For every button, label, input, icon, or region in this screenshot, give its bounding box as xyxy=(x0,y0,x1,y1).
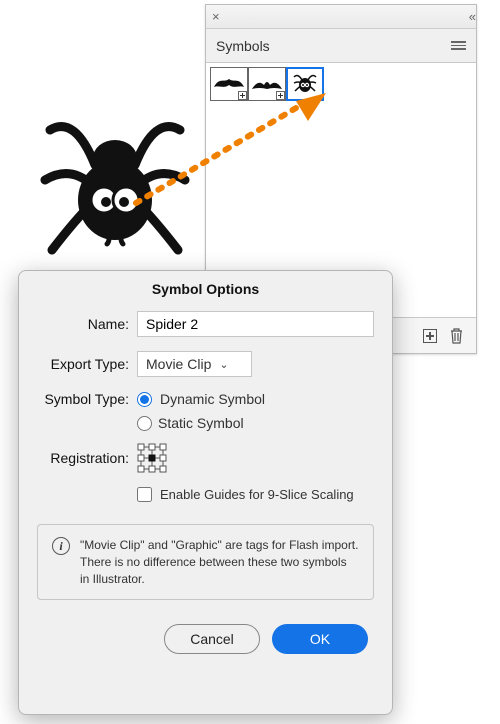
panel-menu-icon[interactable] xyxy=(451,39,466,52)
radio-dynamic-symbol[interactable] xyxy=(137,392,152,407)
radio-static-label: Static Symbol xyxy=(158,415,244,431)
plus-badge-icon xyxy=(238,91,247,100)
panel-tabs: Symbols xyxy=(206,29,476,63)
symbol-thumb-bats-1[interactable] xyxy=(210,67,248,101)
radio-static-symbol[interactable] xyxy=(137,416,152,431)
registration-label: Registration: xyxy=(37,450,129,466)
panel-titlebar: × « xyxy=(206,5,476,29)
name-label: Name: xyxy=(37,316,129,332)
collapse-icon[interactable]: « xyxy=(469,9,470,24)
info-text: "Movie Clip" and "Graphic" are tags for … xyxy=(80,537,359,587)
new-symbol-icon[interactable] xyxy=(423,329,437,343)
symbol-thumb-bats-2[interactable] xyxy=(248,67,286,101)
info-box: i "Movie Clip" and "Graphic" are tags fo… xyxy=(37,524,374,600)
chevron-down-icon: ⌄ xyxy=(219,358,228,371)
spider-artwork xyxy=(40,110,190,280)
ok-button[interactable]: OK xyxy=(272,624,368,654)
dialog-title: Symbol Options xyxy=(19,271,392,311)
symbol-thumb-spider[interactable] xyxy=(286,67,324,101)
export-type-select[interactable]: Movie Clip ⌄ xyxy=(137,351,252,377)
symbol-type-label: Symbol Type: xyxy=(37,391,129,407)
radio-dynamic-label: Dynamic Symbol xyxy=(160,391,265,407)
export-type-value: Movie Clip xyxy=(146,356,211,372)
cancel-button[interactable]: Cancel xyxy=(164,624,260,654)
name-input[interactable] xyxy=(137,311,374,337)
trash-icon[interactable] xyxy=(449,327,464,344)
symbol-thumbnails xyxy=(210,67,472,101)
export-type-label: Export Type: xyxy=(37,356,129,372)
symbol-options-dialog: Symbol Options Name: Export Type: Movie … xyxy=(18,270,393,715)
plus-badge-icon xyxy=(276,91,285,100)
info-icon: i xyxy=(52,537,70,555)
dialog-buttons: Cancel OK xyxy=(19,600,392,654)
registration-grid[interactable] xyxy=(137,443,167,473)
enable-guides-label: Enable Guides for 9-Slice Scaling xyxy=(160,487,354,502)
tab-symbols[interactable]: Symbols xyxy=(216,38,270,54)
enable-guides-checkbox[interactable] xyxy=(137,487,152,502)
close-icon[interactable]: × xyxy=(212,9,220,24)
